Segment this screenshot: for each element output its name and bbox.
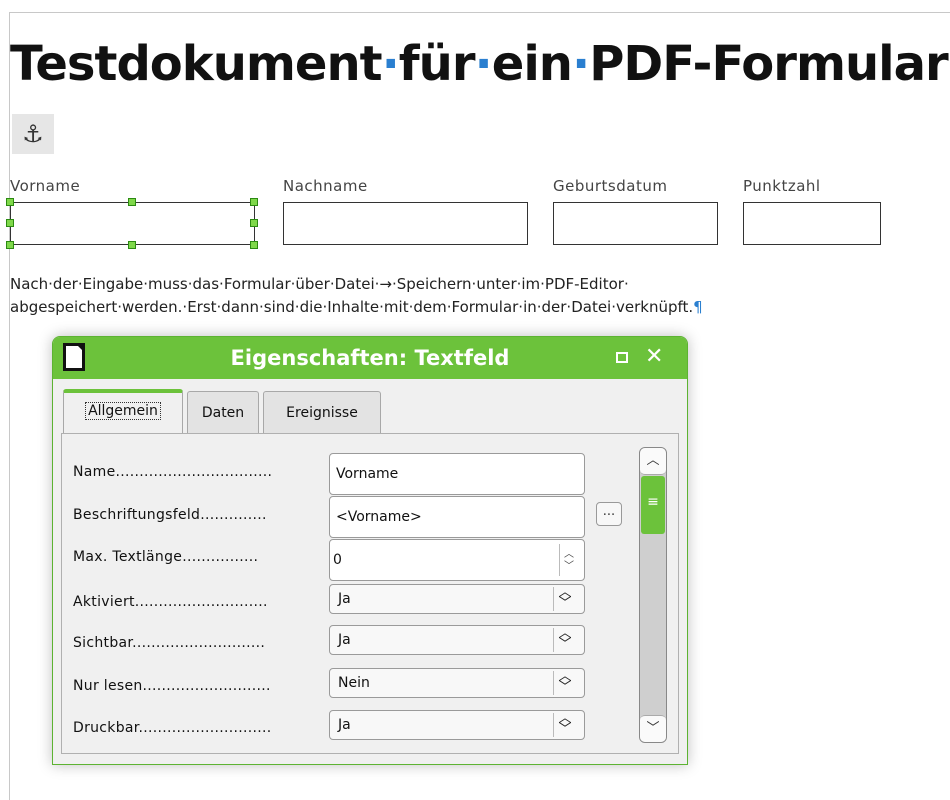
prop-label-name: Name................................. [73,464,273,480]
druckbar-value: Ja [338,717,351,733]
selection-handle[interactable] [6,219,14,227]
title-word: Testdokument [10,36,383,92]
body-paragraph[interactable]: Nach·der·Eingabe·muss·das·Formular·über·… [10,273,950,319]
selection-handle[interactable] [250,198,258,206]
punktzahl-textfield[interactable] [743,202,881,245]
scrollbar-thumb[interactable]: ≡ [641,476,665,534]
tab-daten[interactable]: Daten [187,391,259,435]
nachname-textfield[interactable] [283,202,528,245]
page-border-left [9,12,10,800]
selection-handle[interactable] [6,241,14,249]
field-label-nachname: Nachname [283,177,368,195]
tab-allgemein[interactable]: Allgemein [63,389,183,435]
paragraph-line: Nach·der·Eingabe·muss·das·Formular·über·… [10,275,629,293]
selection-handle[interactable] [250,219,258,227]
updown-icon: ︿ ﹀ [553,670,576,695]
space-mark: · [381,36,400,92]
prop-label-nur-lesen: Nur lesen........................... [73,678,271,694]
field-label-punktzahl: Punktzahl [743,177,821,195]
sichtbar-value: Ja [338,632,351,648]
prop-label-max-textlaenge: Max. Textlänge................ [73,549,259,565]
space-mark: · [474,36,493,92]
updown-icon: ︿ ﹀ [553,586,576,611]
selection-handle[interactable] [6,198,14,206]
tab-label: Ereignisse [286,405,358,421]
aktiviert-select[interactable]: Ja ︿ ﹀ [329,584,585,614]
page-border-top [9,12,950,13]
sichtbar-select[interactable]: Ja ︿ ﹀ [329,625,585,655]
prop-label-druckbar: Druckbar............................ [73,720,272,736]
beschriftungsfeld-input[interactable]: <Vorname> [329,496,585,538]
tab-label: Allgemein [85,402,161,420]
aktiviert-value: Ja [338,591,351,607]
updown-icon: ︿ ﹀ [553,712,576,737]
chevron-down-icon[interactable]: ﹀ [564,562,574,572]
close-icon[interactable]: ✕ [645,343,663,371]
nur-lesen-select[interactable]: Nein ︿ ﹀ [329,668,585,698]
dialog-title: Eigenschaften: Textfeld [230,346,510,370]
paragraph-mark: ¶ [693,298,703,316]
chevron-up-icon[interactable]: ︿ [564,550,574,560]
max-textlaenge-spinfield[interactable]: 0 ︿ ﹀ [329,539,585,581]
space-mark: · [571,36,590,92]
spin-buttons[interactable]: ︿ ﹀ [559,544,580,576]
max-textlaenge-value: 0 [333,552,342,568]
selection-handle[interactable] [250,241,258,249]
druckbar-select[interactable]: Ja ︿ ﹀ [329,710,585,740]
geburtsdatum-textfield[interactable] [553,202,718,245]
field-label-vorname: Vorname [10,177,81,195]
vorname-textfield[interactable] [10,202,255,245]
field-label-geburtsdatum: Geburtsdatum [553,177,668,195]
title-word: ein [491,36,573,92]
title-word: PDF-Formular [589,36,948,92]
maximize-icon[interactable] [616,352,628,363]
title-word: für [398,36,476,92]
dialog-titlebar[interactable]: Eigenschaften: Textfeld ✕ [53,337,687,379]
document-title[interactable]: Testdokument·für·ein·PDF-Formular¶ [10,34,950,94]
chevron-down-icon[interactable]: ﹀ [640,715,666,742]
prop-label-beschriftungsfeld: Beschriftungsfeld.............. [73,507,267,523]
name-input[interactable]: Vorname [329,453,585,495]
vertical-scrollbar[interactable]: ︿ ≡ ﹀ [639,447,667,743]
tab-label: Daten [201,405,245,421]
selection-handle[interactable] [128,241,136,249]
nur-lesen-value: Nein [338,675,370,691]
selection-handle[interactable] [128,198,136,206]
anchor-icon[interactable]: ⚓ [12,114,54,154]
tab-ereignisse[interactable]: Ereignisse [263,391,381,435]
properties-dialog[interactable]: Eigenschaften: Textfeld ✕ Allgemein Date… [52,336,688,765]
paragraph-line: abgespeichert·werden.·Erst·dann·sind·die… [10,296,950,319]
prop-label-sichtbar: Sichtbar............................ [73,635,266,651]
chevron-up-icon[interactable]: ︿ [640,448,666,475]
paragraph-text: abgespeichert·werden.·Erst·dann·sind·die… [10,298,694,316]
prop-label-aktiviert: Aktiviert............................ [73,594,268,610]
updown-icon: ︿ ﹀ [553,627,576,652]
browse-button[interactable]: ... [596,502,622,526]
